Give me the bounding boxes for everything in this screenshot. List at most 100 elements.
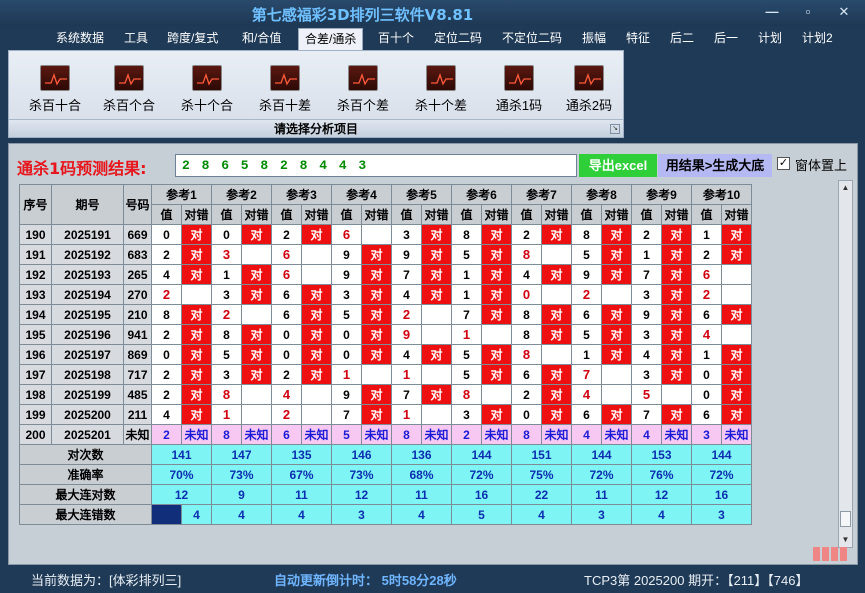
stat-value: 153 bbox=[631, 444, 692, 465]
cell-value: 5 bbox=[571, 324, 602, 345]
cell-check bbox=[241, 304, 272, 325]
header-value: 值 bbox=[631, 204, 662, 225]
scroll-down-icon[interactable]: ▼ bbox=[839, 533, 852, 547]
cell-value: 1 bbox=[211, 264, 242, 285]
cell-check: 对 bbox=[241, 364, 272, 385]
row-period: 2025199 bbox=[51, 384, 124, 405]
row-number: 941 bbox=[123, 324, 152, 345]
cell-check: 对 bbox=[481, 244, 512, 265]
cell-value: 3 bbox=[211, 284, 242, 305]
pending-check: 未知 bbox=[481, 424, 512, 445]
row-period: 2025194 bbox=[51, 284, 124, 305]
stat-value: 151 bbox=[511, 444, 572, 465]
table-row[interactable]: 195 2025196 941 2 对 8 对 0 对 0 对 9 1 8 对 5 对 3 对 4 bbox=[19, 324, 752, 345]
menu-hundreds[interactable]: 百十个 bbox=[372, 28, 420, 50]
stat-value: 136 bbox=[391, 444, 452, 465]
menu-plan[interactable]: 计划 bbox=[752, 28, 788, 50]
stat-value: 135 bbox=[271, 444, 332, 465]
pending-check: 未知 bbox=[421, 424, 452, 445]
ribbon-button-7[interactable]: 通杀1码 bbox=[487, 65, 551, 117]
menu-plan2[interactable]: 计划2 bbox=[796, 28, 839, 50]
ribbon-button-1[interactable]: 杀百十合 bbox=[23, 65, 87, 117]
stat-value: 4 bbox=[631, 504, 692, 525]
stat-value: 73% bbox=[211, 464, 272, 485]
cell-value: 6 bbox=[271, 244, 302, 265]
topmost-checkbox[interactable]: ✓ bbox=[777, 157, 790, 170]
chart-icon bbox=[270, 65, 300, 91]
row-seq: 192 bbox=[19, 264, 52, 285]
table-row[interactable]: 191 2025192 683 2 对 3 6 9 对 9 对 5 对 8 5 对 1 对 2 对 bbox=[19, 244, 752, 265]
cell-value: 2 bbox=[391, 304, 422, 325]
scroll-up-icon[interactable]: ▲ bbox=[839, 181, 852, 195]
cell-check bbox=[301, 384, 332, 405]
ribbon-expand-icon[interactable]: ↘ bbox=[610, 124, 620, 134]
menu-position-two[interactable]: 定位二码 bbox=[428, 28, 488, 50]
cell-value: 3 bbox=[211, 244, 242, 265]
generate-base-button[interactable]: 用结果>生成大底 bbox=[658, 154, 772, 177]
menu-tools[interactable]: 工具 bbox=[118, 28, 154, 50]
ribbon-button-label: 杀十个差 bbox=[414, 98, 467, 113]
export-excel-button[interactable]: 导出excel bbox=[579, 154, 657, 177]
table-row[interactable]: 196 2025197 869 0 对 5 对 0 对 0 对 4 对 5 对 8 1 对 4 对 1 对 bbox=[19, 344, 752, 365]
cell-value: 2 bbox=[151, 364, 182, 385]
menu-sum[interactable]: 和/合值 bbox=[236, 28, 287, 50]
stat-value: 68% bbox=[391, 464, 452, 485]
table-row[interactable]: 197 2025198 717 2 对 3 对 2 对 1 1 5 对 6 对 7 3 对 0 对 bbox=[19, 364, 752, 385]
row-period: 2025198 bbox=[51, 364, 124, 385]
menu-amplitude[interactable]: 振幅 bbox=[576, 28, 612, 50]
cell-check: 对 bbox=[361, 264, 392, 285]
prediction-value[interactable]: 2 8 6 5 8 2 8 4 4 3 bbox=[175, 154, 577, 177]
menu-nonposition-two[interactable]: 不定位二码 bbox=[496, 28, 568, 50]
cell-value: 9 bbox=[331, 244, 362, 265]
cell-check: 对 bbox=[721, 244, 752, 265]
stat-value: 4 bbox=[211, 504, 272, 525]
cell-check: 对 bbox=[721, 384, 752, 405]
pending-value: 3 bbox=[691, 424, 722, 445]
table-row[interactable]: 190 2025191 669 0 对 0 对 2 对 6 3 对 8 对 2 对 8 对 2 对 1 对 bbox=[19, 224, 752, 245]
status-countdown: 自动更新倒计时： 5时58分28秒 bbox=[274, 573, 457, 588]
table-row[interactable]: 198 2025199 485 2 对 8 4 9 对 7 对 8 2 对 4 5 0 对 bbox=[19, 384, 752, 405]
table-row[interactable]: 192 2025193 265 4 对 1 对 6 9 对 7 对 1 对 4 对 9 对 7 对 6 bbox=[19, 264, 752, 285]
ribbon-button-8[interactable]: 通杀2码 bbox=[557, 65, 621, 117]
table-row[interactable]: 194 2025195 210 8 对 2 6 对 5 对 2 7 对 8 对 6 对 9 对 6 对 bbox=[19, 304, 752, 325]
resize-grip[interactable] bbox=[813, 547, 851, 562]
cell-check: 对 bbox=[541, 384, 572, 405]
menu-features[interactable]: 特征 bbox=[620, 28, 656, 50]
pending-value: 2 bbox=[151, 424, 182, 445]
maximize-button[interactable]: ▫ bbox=[799, 4, 817, 19]
row-seq: 198 bbox=[19, 384, 52, 405]
cell-value: 3 bbox=[331, 284, 362, 305]
menu-diff-kill[interactable]: 合差/通杀 bbox=[298, 28, 364, 50]
prediction-label: 通杀1码预测结果: bbox=[17, 159, 147, 178]
minimize-button[interactable]: — bbox=[763, 4, 781, 19]
stat-value: 4 bbox=[391, 504, 452, 525]
ribbon-button-3[interactable]: 杀十个合 bbox=[175, 65, 239, 117]
cell-check: 对 bbox=[421, 264, 452, 285]
menu-last-two[interactable]: 后二 bbox=[664, 28, 700, 50]
cell-value: 1 bbox=[391, 404, 422, 425]
ribbon-button-4[interactable]: 杀百十差 bbox=[253, 65, 317, 117]
menu-system-data[interactable]: 系统数据 bbox=[50, 28, 110, 50]
menu-span[interactable]: 跨度/复式 bbox=[161, 28, 224, 50]
cell-value: 5 bbox=[451, 344, 482, 365]
cell-check: 对 bbox=[661, 284, 692, 305]
table-row[interactable]: 199 2025200 211 4 对 1 2 7 对 1 3 对 0 对 6 对 7 对 6 对 bbox=[19, 404, 752, 425]
header-ref-8: 参考8 bbox=[571, 184, 632, 205]
ribbon-button-6[interactable]: 杀十个差 bbox=[409, 65, 473, 117]
row-period: 2025200 bbox=[51, 404, 124, 425]
menu-last-one[interactable]: 后一 bbox=[708, 28, 744, 50]
header-value: 值 bbox=[391, 204, 422, 225]
scroll-thumb[interactable] bbox=[840, 511, 851, 527]
ribbon-button-label: 杀百个合 bbox=[102, 98, 155, 113]
cell-value: 0 bbox=[691, 364, 722, 385]
cell-check: 对 bbox=[181, 224, 212, 245]
vertical-scrollbar[interactable]: ▲ ▼ bbox=[838, 180, 853, 548]
header-check: 对错 bbox=[601, 204, 632, 225]
ribbon-button-5[interactable]: 杀百个差 bbox=[331, 65, 395, 117]
cell-check: 对 bbox=[661, 324, 692, 345]
pending-row[interactable]: 200 2025201 未知 2 未知 8 未知 6 未知 5 未知 8 未知 2 未知 8 未知 4 未知 4 未知 3… bbox=[19, 424, 752, 445]
close-button[interactable]: ✕ bbox=[835, 4, 853, 20]
cell-value: 0 bbox=[151, 344, 182, 365]
ribbon-button-2[interactable]: 杀百个合 bbox=[97, 65, 161, 117]
table-row[interactable]: 193 2025194 270 2 3 对 6 对 3 对 4 对 1 对 0 2 3 对 2 bbox=[19, 284, 752, 305]
